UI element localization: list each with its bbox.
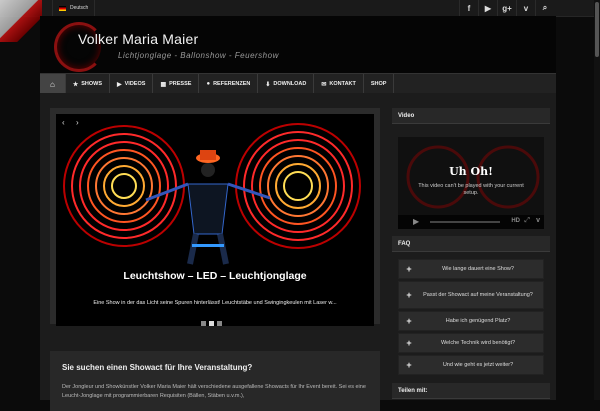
nav-label: SHOWS xyxy=(81,81,103,87)
nav-presse[interactable]: ▦ PRESSE xyxy=(153,74,200,94)
download-icon: ⬇ xyxy=(265,81,271,88)
faq-question: Welche Technik wird benötigt? xyxy=(440,340,516,346)
top-bar: Deutsch f ▶ g+ v ⌕ xyxy=(0,0,600,17)
language-selector[interactable]: Deutsch xyxy=(52,0,96,16)
video-player[interactable]: Uh Oh! This video can't be played with y… xyxy=(398,137,544,229)
plus-icon: + xyxy=(406,338,412,348)
intro-text: Der Jongleur und Showkünstler Volker Mar… xyxy=(62,384,366,399)
slider-dot[interactable] xyxy=(217,321,222,326)
video-controls: ▶ HD ⤢ v xyxy=(398,215,544,229)
faq-heading: FAQ xyxy=(392,236,550,252)
intro-heading: Sie suchen einen Showact für Ihre Verans… xyxy=(62,363,253,372)
site-title[interactable]: Volker Maria Maier xyxy=(78,31,198,47)
star-icon: ★ xyxy=(72,81,79,88)
nav-home[interactable]: ⌂ xyxy=(40,74,66,94)
faq-question: Passt der Showact auf meine Veranstaltun… xyxy=(423,292,533,298)
play-icon[interactable]: ▶ xyxy=(413,217,419,226)
search-icon[interactable]: ⌕ xyxy=(535,0,554,16)
nav-shop[interactable]: SHOP xyxy=(364,74,395,94)
plus-icon: + xyxy=(406,264,412,274)
nav-label: PRESSE xyxy=(169,81,192,87)
intro-section: Sie suchen einen Showact für Ihre Verans… xyxy=(50,351,380,411)
comment-icon: ● xyxy=(206,81,211,87)
slider-frame: ‹ › Leuchtshow – LED – Leuchtjonglage Ei… xyxy=(50,108,380,326)
nav-kontakt[interactable]: ✉ KONTAKT xyxy=(314,74,364,94)
video-heading: Video xyxy=(392,108,550,124)
fullscreen-icon[interactable]: ⤢ xyxy=(524,217,530,225)
social-links: f ▶ g+ v ⌕ xyxy=(459,0,554,16)
nav-download[interactable]: ⬇ DOWNLOAD xyxy=(258,74,315,94)
language-label: Deutsch xyxy=(70,5,89,11)
plus-icon: + xyxy=(406,290,412,300)
corner-ribbon[interactable] xyxy=(0,0,42,42)
google-plus-icon[interactable]: g+ xyxy=(497,0,516,16)
nav-label: SHOP xyxy=(370,81,387,87)
nav-referenzen[interactable]: ● REFERENZEN xyxy=(199,74,259,94)
newspaper-icon: ▦ xyxy=(160,81,167,88)
plus-icon: + xyxy=(406,360,412,370)
faq-item[interactable]: + Wie lange dauert eine Show? xyxy=(398,259,544,279)
site-subtitle: Lichtjonglage - Ballonshow - Feuershow xyxy=(118,51,279,60)
nav-label: VIDEOS xyxy=(124,81,146,87)
faq-question: Habe ich genügend Platz? xyxy=(445,318,511,324)
slider-pagination xyxy=(201,321,222,326)
site-header: Volker Maria Maier Lichtjonglage - Ballo… xyxy=(40,16,556,74)
hd-icon[interactable]: HD xyxy=(511,218,520,224)
slide-title[interactable]: Leuchtshow – LED – Leuchtjonglage xyxy=(56,270,374,282)
home-icon: ⌂ xyxy=(50,79,55,89)
vimeo-icon[interactable]: v xyxy=(536,217,540,224)
video-error-message: This video can't be played with your cur… xyxy=(418,183,524,196)
image-slider[interactable]: ‹ › Leuchtshow – LED – Leuchtjonglage Ei… xyxy=(56,114,374,326)
nav-label: REFERENZEN xyxy=(213,81,251,87)
slider-dot-active[interactable] xyxy=(209,321,214,326)
plus-icon: + xyxy=(406,316,412,326)
faq-question: Wie lange dauert eine Show? xyxy=(442,266,514,272)
progress-bar[interactable] xyxy=(430,221,500,223)
light-show-image xyxy=(63,123,361,265)
content-area: ‹ › Leuchtshow – LED – Leuchtjonglage Ei… xyxy=(40,93,556,411)
faq-item[interactable]: + Welche Technik wird benötigt? xyxy=(398,333,544,353)
left-spiral xyxy=(63,125,185,247)
facebook-icon[interactable]: f xyxy=(459,0,478,16)
right-spiral xyxy=(235,123,361,249)
vimeo-icon[interactable]: v xyxy=(516,0,535,16)
logo-ring-icon xyxy=(54,22,104,72)
nav-shows[interactable]: ★ SHOWS xyxy=(66,74,111,94)
main-navigation: ⌂ ★ SHOWS ▶ VIDEOS ▦ PRESSE ● REFERENZEN ⬇ DO… xyxy=(40,73,556,94)
play-icon: ▶ xyxy=(117,81,122,88)
slider-dot[interactable] xyxy=(201,321,206,326)
slider-next-button[interactable]: › xyxy=(76,118,79,127)
share-heading: Teilen mit: xyxy=(392,383,550,399)
faq-question: Und wie geht es jetzt weiter? xyxy=(442,362,514,368)
faq-item[interactable]: + Und wie geht es jetzt weiter? xyxy=(398,355,544,375)
german-flag-icon xyxy=(59,5,66,11)
scrollbar-thumb[interactable] xyxy=(595,2,599,57)
faq-item[interactable]: + Habe ich genügend Platz? xyxy=(398,311,544,331)
page-scrollbar[interactable] xyxy=(594,0,600,400)
nav-videos[interactable]: ▶ VIDEOS xyxy=(110,74,154,94)
nav-label: DOWNLOAD xyxy=(273,81,307,87)
nav-label: KONTAKT xyxy=(329,81,356,87)
video-error-title: Uh Oh! xyxy=(449,165,493,178)
envelope-icon: ✉ xyxy=(321,81,327,88)
youtube-icon[interactable]: ▶ xyxy=(478,0,497,16)
slider-prev-button[interactable]: ‹ xyxy=(62,118,65,127)
slide-description: Eine Show in der das Licht seine Spuren … xyxy=(93,300,337,306)
faq-item[interactable]: + Passt der Showact auf meine Veranstalt… xyxy=(398,281,544,309)
